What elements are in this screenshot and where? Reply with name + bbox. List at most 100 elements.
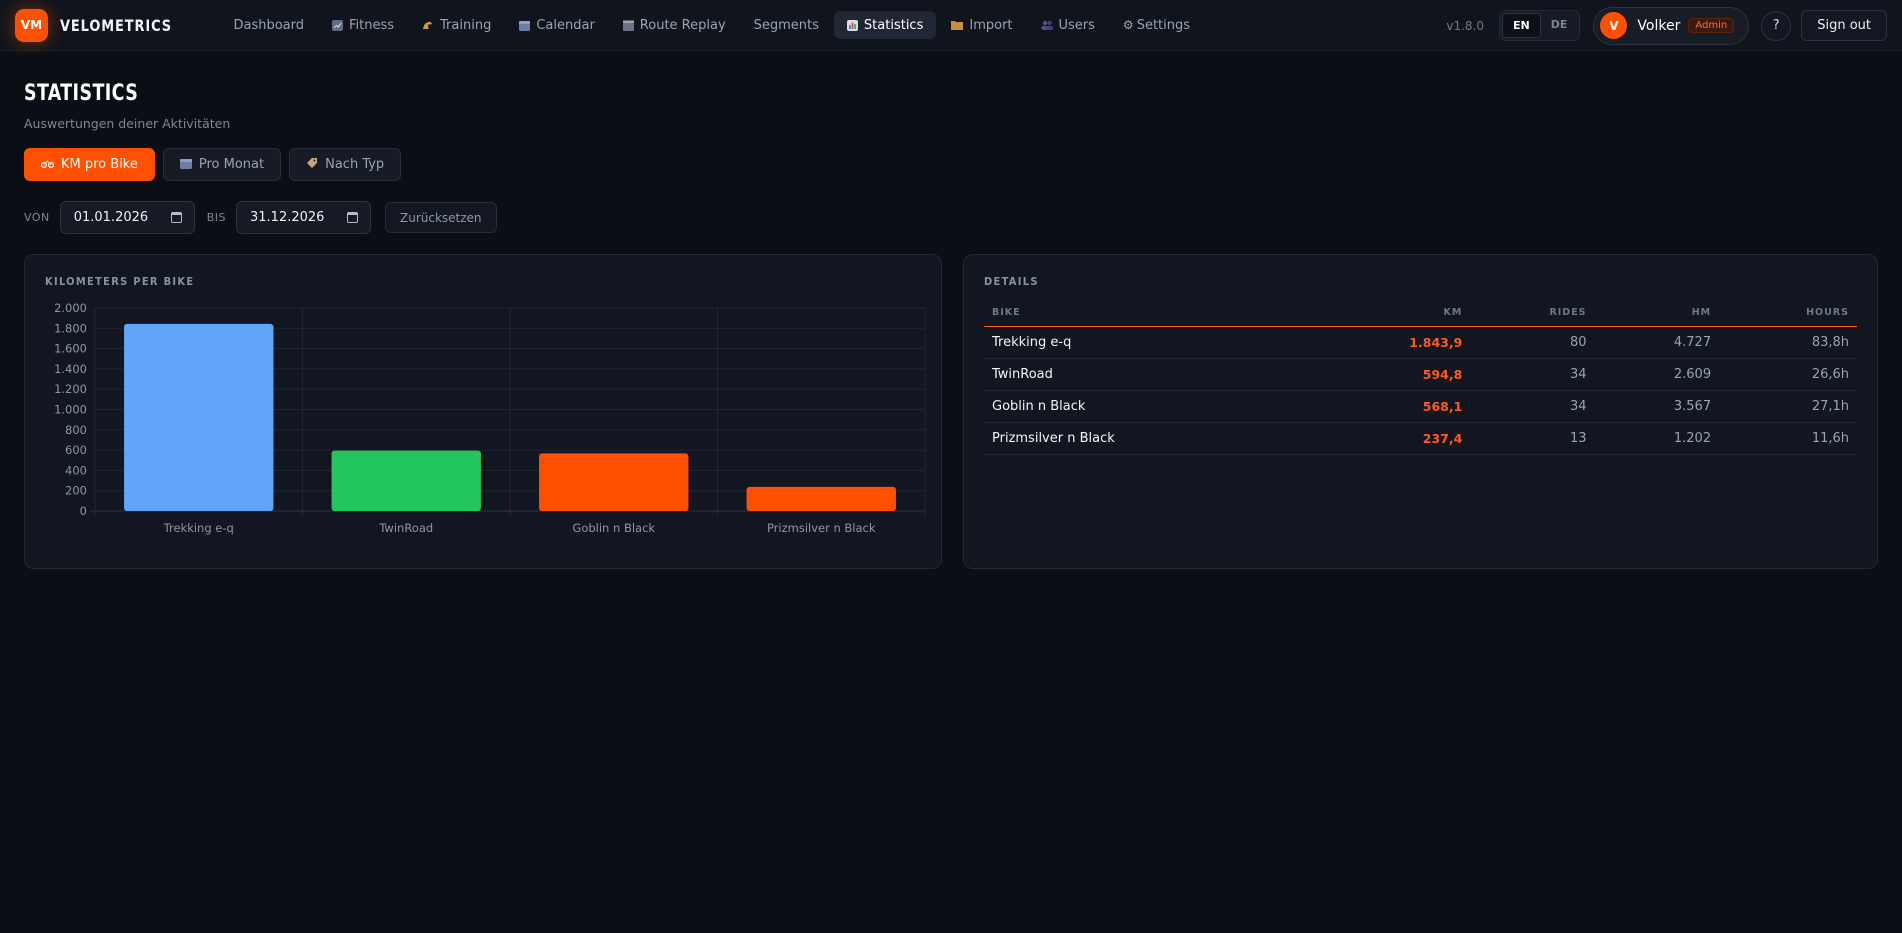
y-tick-label: 1.000 xyxy=(54,403,87,417)
nav-calendar-label: Calendar xyxy=(536,17,595,33)
table-row: Goblin n Black 568,1 34 3.567 27,1h xyxy=(984,390,1857,423)
bike-name: Prizmsilver n Black xyxy=(984,422,1309,455)
tab-pro-monat-label: Pro Monat xyxy=(198,157,265,172)
clapper-icon xyxy=(622,20,634,31)
nav-dashboard-label: Dashboard xyxy=(233,17,304,33)
nav-calendar[interactable]: Calendar xyxy=(506,11,607,39)
chart-title: KILOMETERS PER BIKE xyxy=(45,275,195,288)
brand-logo: VM xyxy=(15,8,48,42)
nav-training-label: Training xyxy=(440,17,492,33)
col-bike: BIKE xyxy=(984,307,1309,327)
bike-rides: 80 xyxy=(1470,326,1595,359)
main-nav: Dashboard Fitness Training Calendar Rout… xyxy=(220,11,1205,39)
to-label: BIS xyxy=(206,211,226,224)
table-row: Prizmsilver n Black 237,4 13 1.202 11,6h xyxy=(984,422,1857,455)
y-tick-label: 800 xyxy=(65,423,87,437)
details-title: DETAILS xyxy=(984,275,1039,288)
from-label: VON xyxy=(24,211,50,224)
bike-name: Trekking e-q xyxy=(984,326,1309,359)
y-tick-label: 400 xyxy=(65,463,87,477)
page-title: STATISTICS xyxy=(24,81,139,106)
nav-users[interactable]: Users xyxy=(1028,11,1108,39)
calendar-icon[interactable] xyxy=(170,212,182,223)
calendar-icon xyxy=(179,158,192,172)
to-date-input[interactable]: 31.12.2026 xyxy=(236,201,371,234)
reset-button[interactable]: Zurücksetzen xyxy=(385,202,497,233)
nav-segments-label: Segments xyxy=(753,17,819,33)
tab-nach-typ-label: Nach Typ xyxy=(325,157,385,172)
col-hm: HM xyxy=(1594,307,1720,327)
brand-name: VELOMETRICS xyxy=(60,15,173,35)
user-menu[interactable]: V Volker Admin xyxy=(1593,6,1750,45)
y-tick-label: 1.400 xyxy=(54,362,87,376)
y-tick-label: 1.800 xyxy=(54,321,87,335)
bike-km: 568,1 xyxy=(1308,390,1471,423)
calendar-icon xyxy=(519,20,531,31)
bike-hm: 3.567 xyxy=(1594,390,1720,423)
y-tick-label: 200 xyxy=(65,484,87,498)
bike-km: 1.843,9 xyxy=(1308,326,1471,359)
bar xyxy=(124,323,274,511)
sign-out-button[interactable]: Sign out xyxy=(1801,10,1887,41)
nav-fitness[interactable]: Fitness xyxy=(319,11,407,39)
avatar: V xyxy=(1600,12,1628,39)
nav-import[interactable]: Import xyxy=(938,11,1025,39)
app-version: v1.8.0 xyxy=(1446,18,1485,33)
tab-pro-monat[interactable]: Pro Monat xyxy=(162,148,282,181)
bike-hm: 2.609 xyxy=(1594,358,1720,391)
nav-training[interactable]: Training xyxy=(409,11,504,39)
bike-hours: 11,6h xyxy=(1719,422,1857,455)
table-header-row: BIKE KM RIDES HM HOURS xyxy=(984,307,1857,327)
details-table: BIKE KM RIDES HM HOURS Trekking e-q 1.84… xyxy=(984,307,1857,455)
folder-icon xyxy=(951,20,964,30)
bike-km: 594,8 xyxy=(1308,358,1471,391)
muscle-icon xyxy=(422,20,434,31)
bike-rides: 13 xyxy=(1470,422,1595,455)
users-icon xyxy=(1041,20,1053,30)
y-tick-label: 600 xyxy=(65,443,87,457)
tag-icon xyxy=(306,157,318,172)
bar xyxy=(539,453,689,511)
nav-settings[interactable]: ⚙ Settings xyxy=(1110,11,1203,39)
x-tick-label: TwinRoad xyxy=(378,521,433,535)
col-rides: RIDES xyxy=(1470,307,1595,327)
nav-dashboard[interactable]: Dashboard xyxy=(220,11,317,39)
nav-fitness-label: Fitness xyxy=(349,17,395,33)
bike-hours: 83,8h xyxy=(1719,326,1857,359)
date-filters: VON 01.01.2026 BIS 31.12.2026 Zurücksetz… xyxy=(24,201,1878,234)
nav-right: v1.8.0 EN DE V Volker Admin ? Sign out xyxy=(1446,0,1887,51)
nav-statistics-label: Statistics xyxy=(863,17,924,33)
top-navbar: VM VELOMETRICS Dashboard Fitness Trainin… xyxy=(0,0,1902,51)
lang-de-button[interactable]: DE xyxy=(1541,13,1578,38)
tab-km-pro-bike[interactable]: KM pro Bike xyxy=(24,148,155,181)
bike-km: 237,4 xyxy=(1308,422,1471,455)
help-button[interactable]: ? xyxy=(1761,10,1792,41)
bike-icon xyxy=(40,158,55,171)
bike-hours: 26,6h xyxy=(1719,358,1857,391)
bar xyxy=(331,450,481,511)
x-tick-label: Trekking e-q xyxy=(163,521,234,535)
details-card: DETAILS BIKE KM RIDES HM HOURS Trekking … xyxy=(963,254,1878,569)
calendar-icon[interactable] xyxy=(347,212,358,223)
nav-route-replay[interactable]: Route Replay xyxy=(610,11,739,39)
bar-chart-icon xyxy=(846,19,858,31)
brand[interactable]: VM VELOMETRICS xyxy=(15,8,184,42)
bike-rides: 34 xyxy=(1470,390,1595,423)
nav-import-label: Import xyxy=(969,17,1013,33)
nav-segments[interactable]: Segments xyxy=(741,11,832,39)
cards-row: KILOMETERS PER BIKE 0 200 400 600 800 1.000 1.… xyxy=(24,254,1878,569)
tab-nach-typ[interactable]: Nach Typ xyxy=(289,148,402,181)
table-row: TwinRoad 594,8 34 2.609 26,6h xyxy=(984,358,1857,391)
bike-hm: 1.202 xyxy=(1594,422,1720,455)
from-date-input[interactable]: 01.01.2026 xyxy=(59,201,195,234)
nav-statistics[interactable]: Statistics xyxy=(833,11,937,39)
language-switcher: EN DE xyxy=(1499,10,1581,41)
col-hours: HOURS xyxy=(1719,307,1857,327)
page-subtitle: Auswertungen deiner Aktivitäten xyxy=(24,116,231,131)
nav-settings-label: Settings xyxy=(1136,17,1191,33)
bike-hours: 27,1h xyxy=(1719,390,1857,423)
chart-icon xyxy=(332,19,343,31)
bike-rides: 34 xyxy=(1470,358,1595,391)
lang-en-button[interactable]: EN xyxy=(1502,13,1541,38)
to-date-value: 31.12.2026 xyxy=(250,210,325,225)
